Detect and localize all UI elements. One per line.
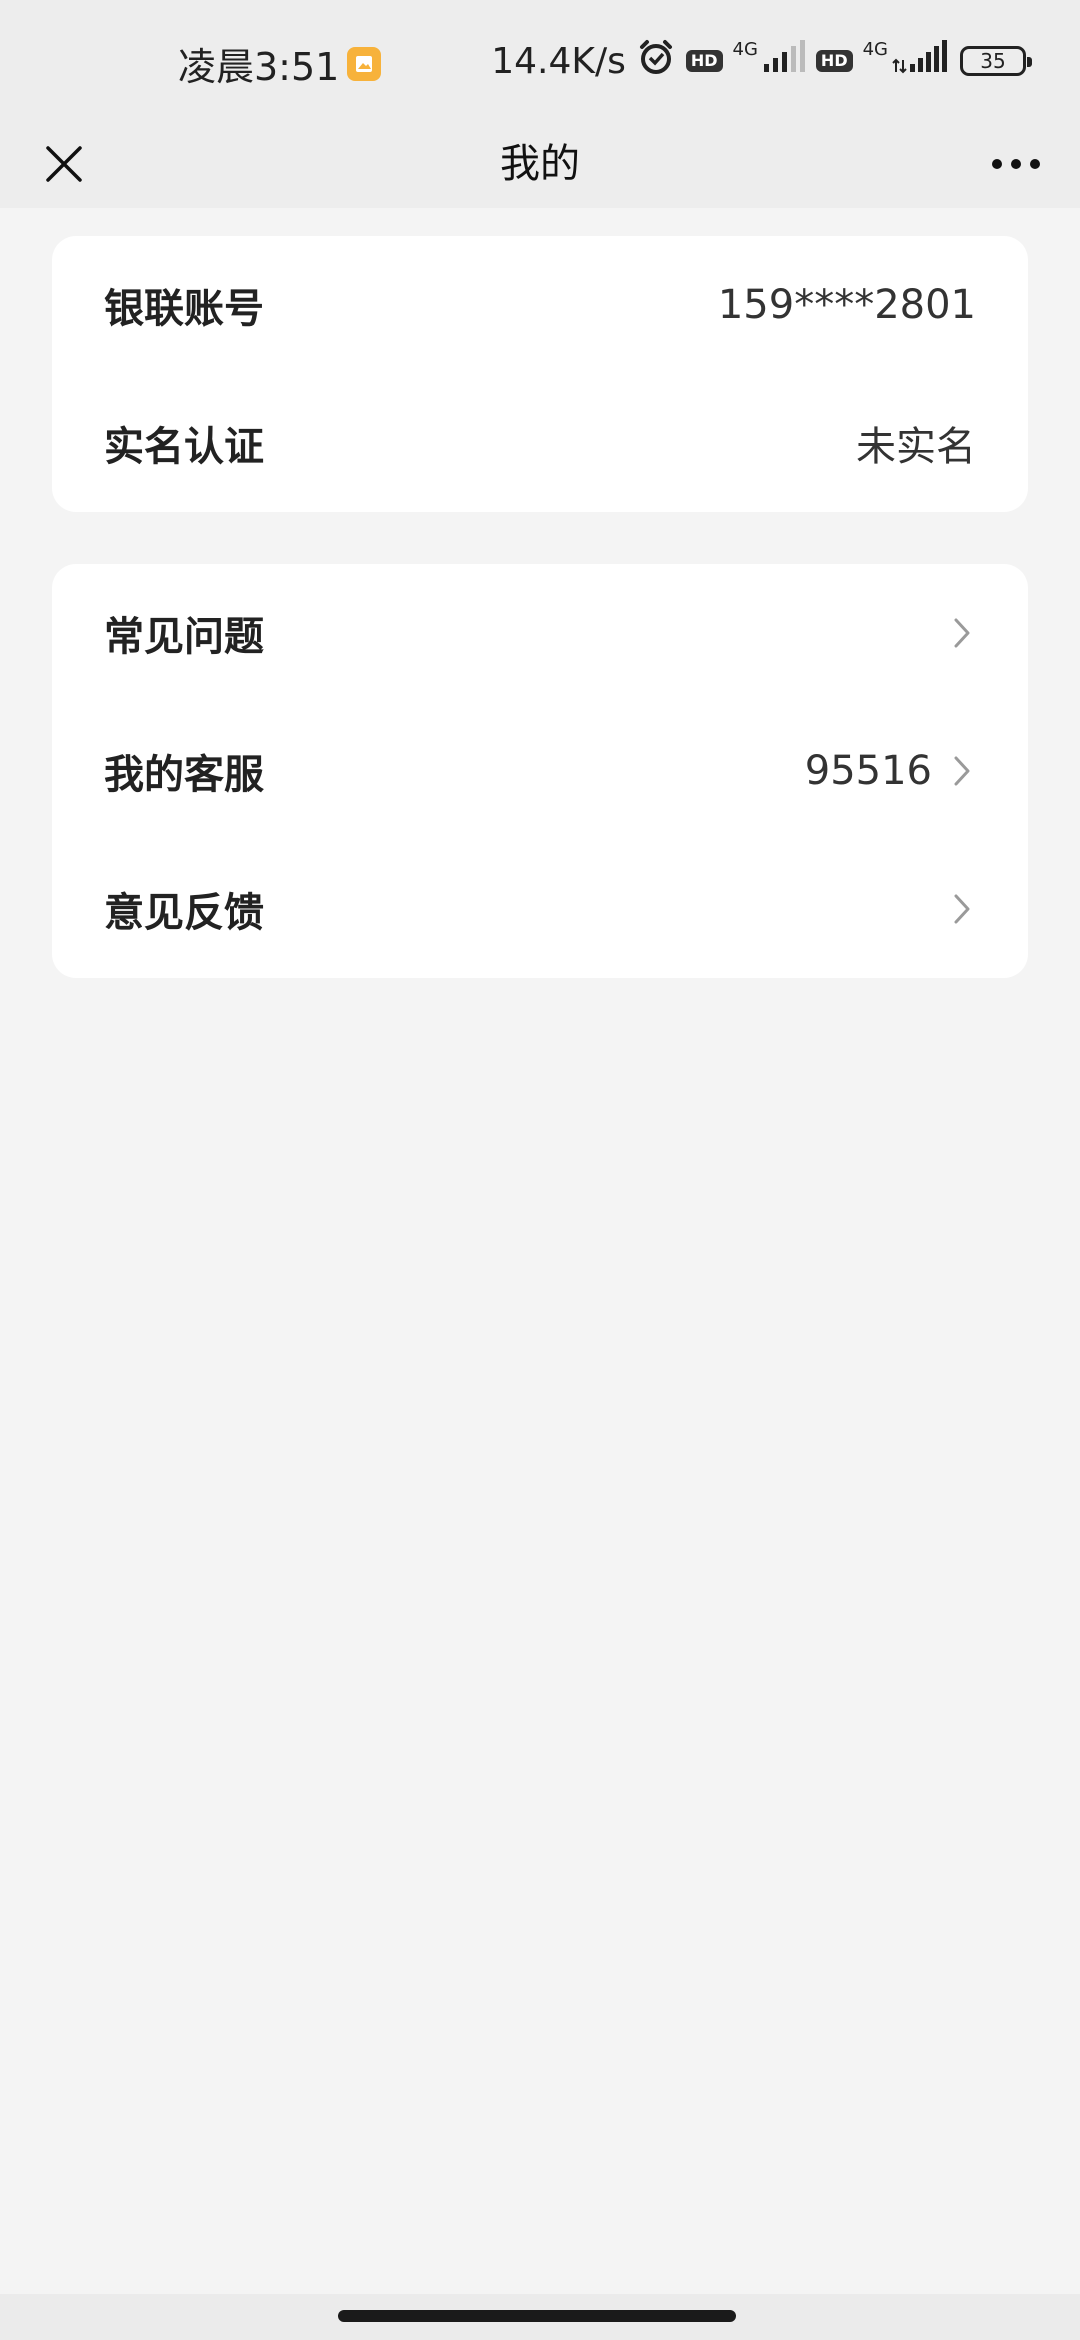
status-indicators: 14.4K/s HD 4G HD 4G 35 — [491, 36, 1032, 86]
more-dot — [1030, 159, 1040, 169]
page-title: 我的 — [500, 141, 580, 187]
nav-bar: 我的 — [0, 120, 1080, 208]
feedback-label: 意见反馈 — [104, 890, 264, 936]
signal-icon-1 — [762, 39, 806, 83]
customer-service-row[interactable]: 我的客服 95516 — [52, 702, 1028, 840]
account-number-value: 159****2801 — [717, 282, 976, 328]
faq-right — [948, 613, 976, 653]
account-card: 银联账号 159****2801 实名认证 未实名 — [52, 236, 1028, 512]
feedback-row[interactable]: 意见反馈 — [52, 840, 1028, 978]
chevron-right-icon — [948, 889, 976, 929]
gallery-notification-icon — [347, 46, 382, 81]
network-speed: 14.4K/s — [491, 40, 626, 82]
status-time: 凌晨3:51 — [178, 45, 340, 89]
battery-level: 35 — [980, 49, 1006, 73]
customer-service-number: 95516 — [804, 748, 932, 794]
chevron-right-icon — [948, 613, 976, 653]
hd-badge-1: HD — [685, 50, 723, 72]
home-indicator[interactable] — [338, 2310, 736, 2322]
faq-row[interactable]: 常见问题 — [52, 564, 1028, 702]
battery-icon: 35 — [960, 46, 1032, 76]
customer-service-right: 95516 — [805, 748, 976, 794]
more-dot — [992, 159, 1002, 169]
real-name-row[interactable]: 实名认证 未实名 — [52, 374, 1028, 512]
more-dot — [1011, 159, 1021, 169]
account-number-row: 银联账号 159****2801 — [52, 236, 1028, 374]
signal-icon-2 — [892, 39, 950, 83]
status-time-group: 凌晨3:51 — [178, 36, 382, 91]
account-number-label: 银联账号 — [104, 286, 264, 332]
network-type-1: 4G — [732, 38, 758, 60]
real-name-label: 实名认证 — [104, 424, 264, 470]
chevron-right-icon — [948, 751, 976, 791]
customer-service-label: 我的客服 — [104, 752, 264, 798]
feedback-right — [948, 889, 976, 929]
real-name-status: 未实名 — [856, 424, 976, 470]
hd-badge-2: HD — [815, 50, 853, 72]
status-bar: 凌晨3:51 14.4K/s HD 4G HD 4G 35 — [0, 0, 1080, 120]
network-type-2: 4G — [862, 38, 888, 60]
faq-label: 常见问题 — [104, 614, 264, 660]
service-card: 常见问题 我的客服 95516 意见反馈 — [52, 564, 1028, 978]
alarm-icon — [636, 37, 676, 86]
home-indicator-area — [0, 2294, 1080, 2340]
more-icon[interactable] — [980, 128, 1052, 200]
